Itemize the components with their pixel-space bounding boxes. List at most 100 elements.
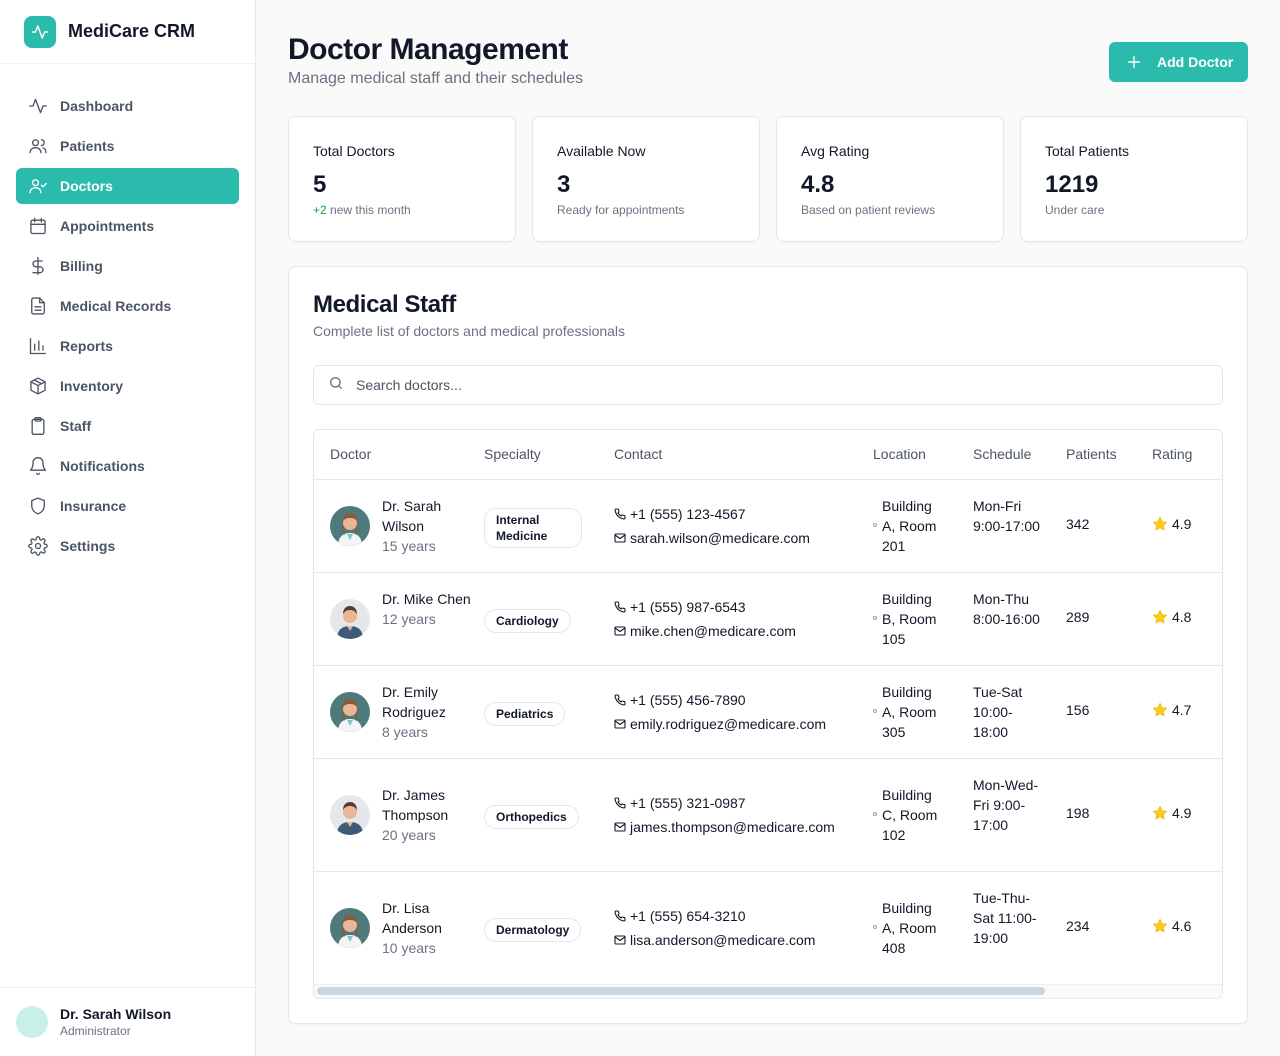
phone-icon [614,694,626,706]
location-text: Building A, Room 408 [882,900,937,956]
location: Building C, Room 102 [873,785,948,845]
horizontal-scrollbar-track[interactable] [314,984,1222,998]
table-row[interactable]: Dr. Lisa Anderson 10 years Dermatology +1… [314,872,1222,985]
column-header-location[interactable]: Location [873,446,926,462]
location-text: Building A, Room 201 [882,498,937,554]
email-address[interactable]: lisa.anderson@medicare.com [630,928,815,952]
bell-icon [28,456,48,476]
doctor-avatar-female [330,908,370,948]
mail-icon [614,626,626,636]
sidebar-item-doctors[interactable]: Doctors [16,168,239,204]
doctor-avatar-female [330,692,370,732]
sidebar-item-billing[interactable]: Billing [16,248,239,284]
email-address[interactable]: james.thompson@medicare.com [630,815,835,839]
user-name: Dr. Sarah Wilson [60,1006,172,1022]
stat-value: 4.8 [801,171,835,198]
email-line: emily.rodriguez@medicare.com [614,712,826,736]
table-row[interactable]: Dr. Mike Chen 12 years Cardiology +1 (555… [314,573,1222,666]
patient-count: 342 [1066,516,1090,532]
phone-number[interactable]: +1 (555) 321-0987 [630,791,746,815]
email-address[interactable]: sarah.wilson@medicare.com [630,526,810,550]
stat-sub: +2 new this month [313,203,491,217]
location: Building A, Room 408 [873,898,948,958]
column-header-contact[interactable]: Contact [614,446,662,462]
doctor-name: Dr. Lisa Anderson 10 years [382,898,472,958]
column-header-schedule[interactable]: Schedule [973,446,1031,462]
sidebar-item-patients[interactable]: Patients [16,128,239,164]
sidebar-item-settings[interactable]: Settings [16,528,239,564]
phone-line: +1 (555) 123-4567 [614,502,810,526]
email-address[interactable]: emily.rodriguez@medicare.com [630,712,826,736]
rating: 4.9 [1152,516,1191,532]
phone-number[interactable]: +1 (555) 987-6543 [630,595,746,619]
contact-info: +1 (555) 987-6543 mike.chen@medicare.com [614,595,796,643]
sidebar-item-staff[interactable]: Staff [16,408,239,444]
patient-count: 289 [1066,609,1090,625]
table-row[interactable]: Dr. Sarah Wilson 15 years Internal Medici… [314,480,1222,573]
rating: 4.9 [1152,805,1191,821]
column-header-specialty[interactable]: Specialty [484,446,541,462]
specialty-badge: Orthopedics [484,805,579,829]
medical-staff-card: Medical Staff Complete list of doctors a… [288,266,1248,1024]
star-icon [1152,918,1168,933]
specialty-badge: Dermatology [484,918,582,942]
stat-card-total-patients: Total Patients 1219 Under care [1020,116,1248,242]
user-info: Dr. Sarah Wilson Administrator [60,1006,171,1038]
stat-label: Avg Rating [801,143,870,159]
phone-number[interactable]: +1 (555) 123-4567 [630,502,746,526]
column-header-doctor[interactable]: Doctor [330,446,371,462]
phone-number[interactable]: +1 (555) 654-3210 [630,904,746,928]
stat-value: 3 [557,171,571,198]
sidebar-item-inventory[interactable]: Inventory [16,368,239,404]
table-row[interactable]: Dr. James Thompson 20 years Orthopedics +… [314,759,1222,872]
add-doctor-button[interactable]: Add Doctor [1109,42,1248,82]
brand[interactable]: MediCare CRM [0,0,255,64]
specialty-badge: Cardiology [484,609,571,633]
section-subtitle: Complete list of doctors and medical pro… [313,323,626,339]
user-role: Administrator [60,1024,131,1038]
email-address[interactable]: mike.chen@medicare.com [630,619,796,643]
schedule: Mon-Wed-Fri 9:00-17:00 [973,777,1039,833]
stat-label: Total Patients [1045,143,1130,159]
doctor-experience: 20 years [382,827,436,843]
sidebar-item-notifications[interactable]: Notifications [16,448,239,484]
phone-line: +1 (555) 321-0987 [614,791,835,815]
doctor-name: Dr. Emily Rodriguez 8 years [382,682,482,742]
sidebar-item-insurance[interactable]: Insurance [16,488,239,524]
horizontal-scrollbar-thumb[interactable] [317,987,1045,995]
sidebar-item-label: Inventory [60,378,124,394]
sidebar: MediCare CRM Dashboard Patients Doctors … [0,0,256,1056]
staff-table: Doctor Specialty Contact Location Schedu… [313,429,1223,999]
phone-icon [614,601,626,613]
doctor-experience: 10 years [382,940,436,956]
mail-icon [614,822,626,832]
sidebar-item-reports[interactable]: Reports [16,328,239,364]
schedule: Tue-Sat 10:00-18:00 [973,684,1023,740]
column-header-rating[interactable]: Rating [1152,446,1192,462]
star-icon [1152,516,1168,531]
email-line: sarah.wilson@medicare.com [614,526,810,550]
contact-info: +1 (555) 456-7890 emily.rodriguez@medica… [614,688,826,736]
location: Building B, Room 105 [873,589,948,649]
table-row[interactable]: Dr. Emily Rodriguez 8 years Pediatrics +1… [314,666,1222,759]
section-title: Medical Staff [313,291,456,318]
search-icon [328,375,344,396]
current-user[interactable]: Dr. Sarah Wilson Administrator [0,987,255,1056]
map-pin-icon [873,616,877,620]
stat-label: Total Doctors [313,143,395,159]
doctor-avatar-male [330,599,370,639]
phone-number[interactable]: +1 (555) 456-7890 [630,688,746,712]
patient-count: 234 [1066,918,1090,934]
add-doctor-label: Add Doctor [1157,54,1234,70]
search-input[interactable] [356,377,1196,393]
sidebar-item-label: Appointments [60,218,155,234]
sidebar-item-appointments[interactable]: Appointments [16,208,239,244]
calendar-icon [28,216,48,236]
column-header-patients[interactable]: Patients [1066,446,1117,462]
mail-icon [614,935,626,945]
sidebar-item-dashboard[interactable]: Dashboard [16,88,239,124]
plus-icon [1127,55,1141,69]
stat-label: Available Now [557,143,646,159]
sidebar-item-medical-records[interactable]: Medical Records [16,288,239,324]
phone-icon [614,797,626,809]
